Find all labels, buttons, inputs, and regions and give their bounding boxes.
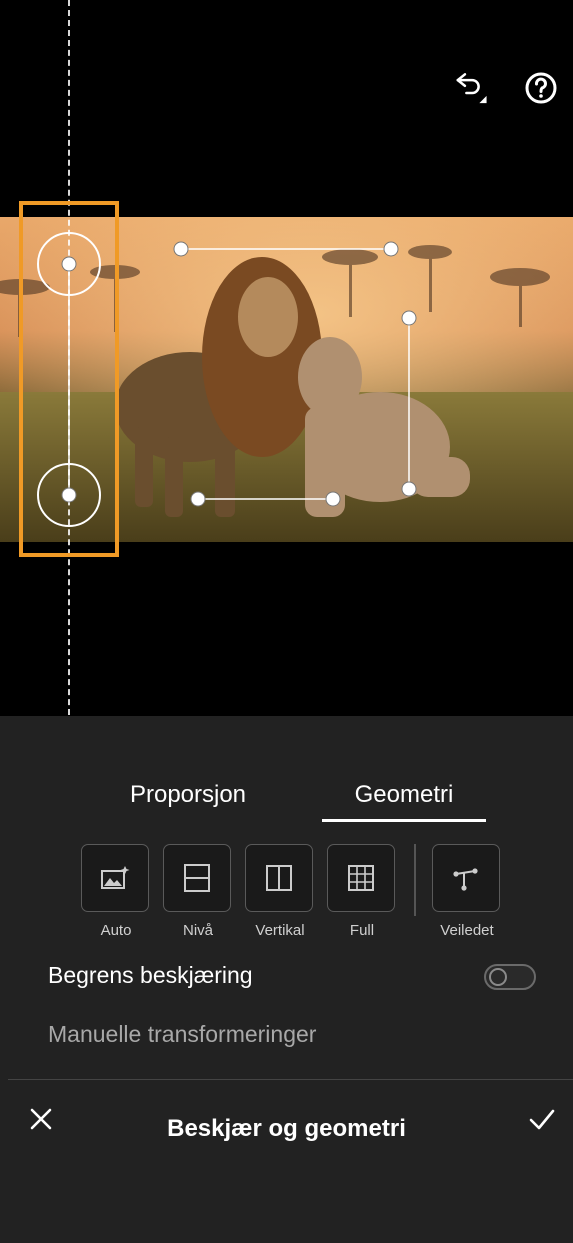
tool-panel: Proporsjon Geometri Auto Nivå Vertikal F… [0,716,573,1243]
upright-tools: Auto Nivå Vertikal Full Veiledet [0,844,573,954]
guide-handle [173,241,189,257]
guide-handle [401,310,417,326]
manual-transforms-row[interactable]: Manuelle transformeringer [48,1021,316,1048]
toggle-knob [489,968,507,986]
full-grid-icon [348,865,374,891]
screen-title: Beskjær og geometri [167,1115,406,1142]
tool-veiledet-label: Veiledet [440,922,494,939]
confirm-button[interactable] [528,1106,556,1132]
undo-icon [456,73,487,104]
constrain-crop-label: Begrens beskjæring [48,962,253,988]
checkmark-icon [529,1109,555,1130]
tab-geometri[interactable]: Geometri [322,776,486,822]
selected-guide-highlight [19,201,119,557]
tool-veiledet[interactable]: Veiledet [432,844,502,939]
guide-handle [401,481,417,497]
bottom-bar: Beskjær og geometri [0,1080,573,1243]
undo-button[interactable] [452,70,488,106]
help-icon [525,72,557,104]
tool-divider [414,844,416,916]
level-icon [184,864,210,892]
tool-full-label: Full [349,922,375,939]
help-button[interactable] [523,70,559,106]
tool-full[interactable]: Full [327,844,397,939]
tab-bar: Proporsjon Geometri [0,776,573,826]
tab-proporsjon[interactable]: Proporsjon [128,776,248,822]
auto-upright-icon [101,866,130,889]
tool-auto[interactable]: Auto [81,844,151,939]
tool-vertikal[interactable]: Vertikal [245,844,315,939]
image-canvas[interactable] [0,0,573,716]
guide-handle [325,491,341,507]
vertical-icon [266,865,292,891]
guided-icon [453,868,478,891]
tool-niva[interactable]: Nivå [163,844,233,939]
guide-handle [190,491,206,507]
guide-handle [383,241,399,257]
constrain-crop-toggle[interactable] [484,964,536,990]
